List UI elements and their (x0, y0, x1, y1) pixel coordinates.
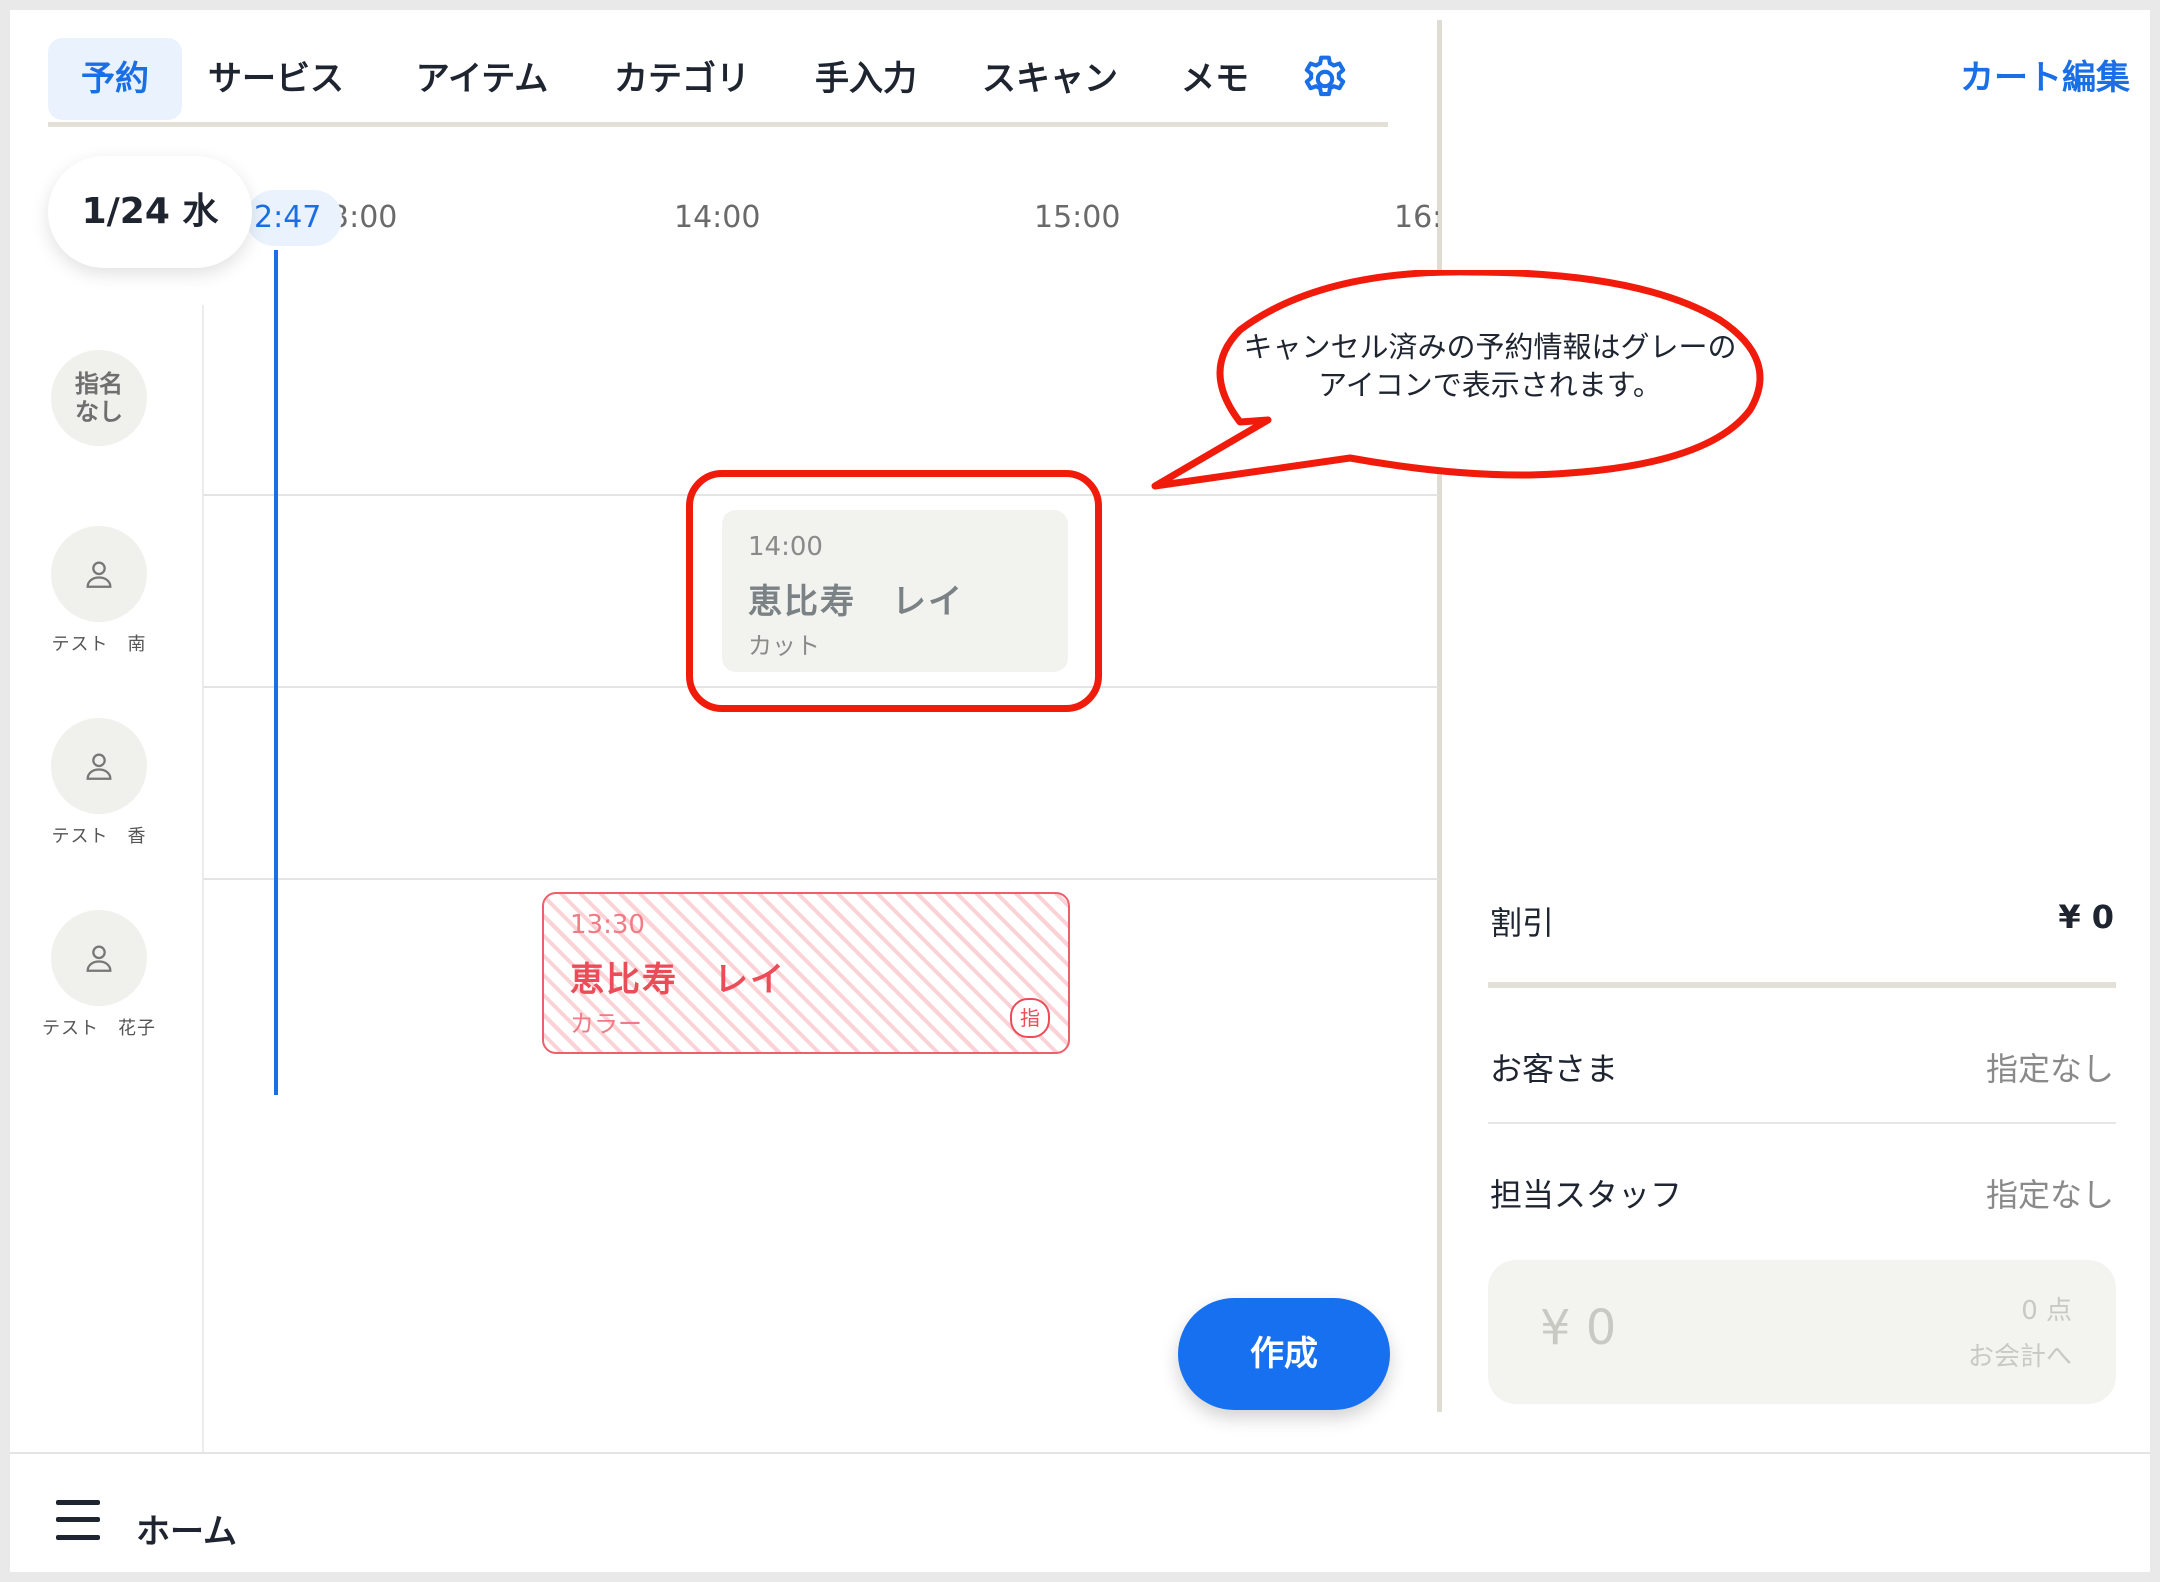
hamburger-icon[interactable] (56, 1500, 100, 1540)
callout-text: キャンセル済みの予約情報はグレーのアイコンで表示されます。 (1243, 330, 1737, 402)
summary-separator (1488, 1122, 2116, 1124)
customer-value[interactable]: 指定なし (1986, 1044, 2114, 1090)
appointment-time: 13:30 (570, 910, 645, 940)
staff-column-divider (202, 305, 204, 1460)
gear-icon[interactable] (1298, 52, 1352, 106)
hour-label: 15:00 (1034, 200, 1121, 235)
staff-name: テスト 香 (51, 826, 147, 847)
hour-label: 14:00 (674, 200, 761, 235)
home-label[interactable]: ホーム (136, 1504, 237, 1553)
summary-separator (1488, 982, 2116, 988)
person-icon (86, 561, 112, 588)
staff-avatar[interactable] (51, 910, 147, 1006)
current-time-line (274, 250, 278, 1095)
staff-name: テスト 花子 (42, 1018, 156, 1039)
staff-avatar[interactable] (51, 526, 147, 622)
cart-edit-button[interactable]: カート編集 (1950, 50, 2130, 99)
staff-label: 担当スタッフ (1490, 1176, 1683, 1214)
person-icon (86, 753, 112, 780)
tab-category[interactable]: カテゴリ (602, 38, 762, 120)
annotation-highlight (686, 470, 1102, 712)
pos-app: 予約 サービス アイテム カテゴリ 手入力 スキャン メモ カート編集 3:00… (10, 10, 2150, 1572)
create-button[interactable]: 作成 (1178, 1298, 1390, 1410)
checkout-amount: ¥ 0 (1540, 1300, 1617, 1356)
current-time-badge: 2:47 (246, 190, 342, 246)
appointment-customer: 恵比寿 レイ (570, 960, 786, 1000)
customer-label: お客さま (1490, 1050, 1619, 1088)
tab-manual-input[interactable]: 手入力 (806, 38, 926, 120)
tab-item[interactable]: アイテム (402, 38, 562, 120)
staff-avatar[interactable] (51, 718, 147, 814)
discount-value: ¥ 0 (2058, 898, 2114, 936)
staff-name: 指名 なし (75, 370, 123, 426)
tab-underline (48, 122, 1388, 127)
staff-unassigned[interactable]: 指名 なし (51, 350, 147, 446)
bottom-bar (10, 1452, 2150, 1572)
appointment-service: カラー (570, 1010, 642, 1038)
staff-value[interactable]: 指定なし (1986, 1170, 2114, 1216)
person-icon (86, 945, 112, 972)
tab-memo[interactable]: メモ (1170, 38, 1260, 120)
staff-name: テスト 南 (51, 634, 147, 655)
tab-service[interactable]: サービス (196, 38, 356, 120)
hour-label: 16: (1394, 200, 1438, 235)
checkout-button[interactable]: ¥ 0 0 点 お会計へ (1488, 1260, 2116, 1404)
tab-scan[interactable]: スキャン (970, 38, 1130, 120)
row-divider (203, 878, 1438, 880)
discount-label: 割引 (1490, 904, 1555, 942)
checkout-item-count: 0 点 (2021, 1296, 2072, 1326)
nomination-badge: 指 (1010, 998, 1050, 1038)
date-selector[interactable]: 1/24 水 (48, 156, 252, 268)
appointment-card[interactable]: 13:30 恵比寿 レイ カラー 指 (542, 892, 1070, 1054)
tab-reservation[interactable]: 予約 (48, 38, 182, 120)
checkout-label: お会計へ (1967, 1342, 2072, 1372)
